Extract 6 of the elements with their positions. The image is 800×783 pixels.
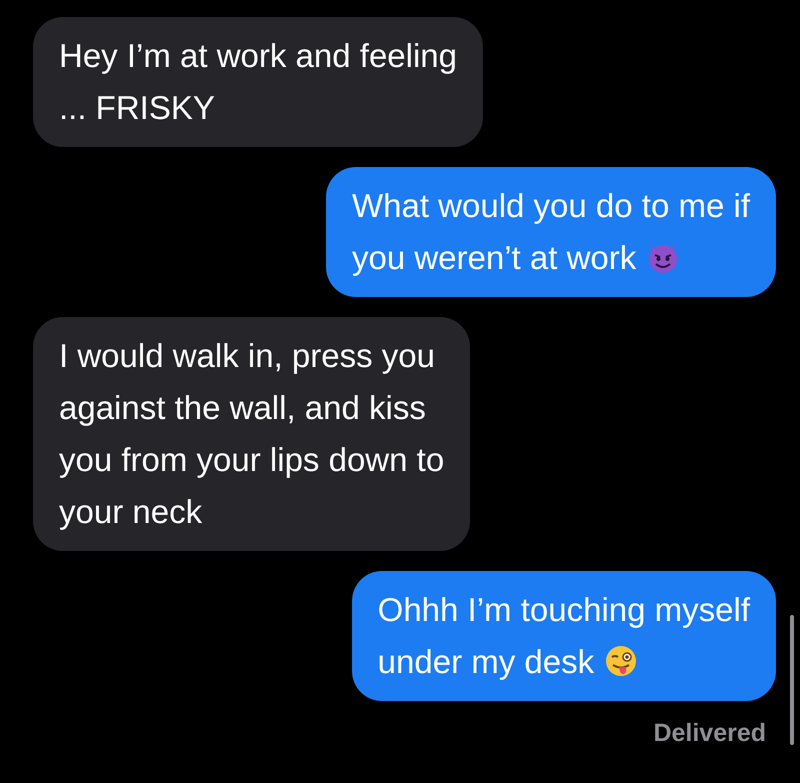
received-message-bubble: I would walk in, press you against the wall, and kiss you from your lips down to your neck — [33, 317, 470, 551]
winking-tongue-face-icon — [604, 644, 638, 678]
sent-message-bubble: What would you do to me if you weren’t at work — [326, 167, 776, 297]
received-message-bubble: Hey I’m at work and feeling ... FRISKY — [33, 17, 484, 147]
sent-message-bubble: Ohhh I’m touching myself under my desk — [352, 571, 776, 701]
delivery-status: Delivered — [653, 719, 766, 748]
